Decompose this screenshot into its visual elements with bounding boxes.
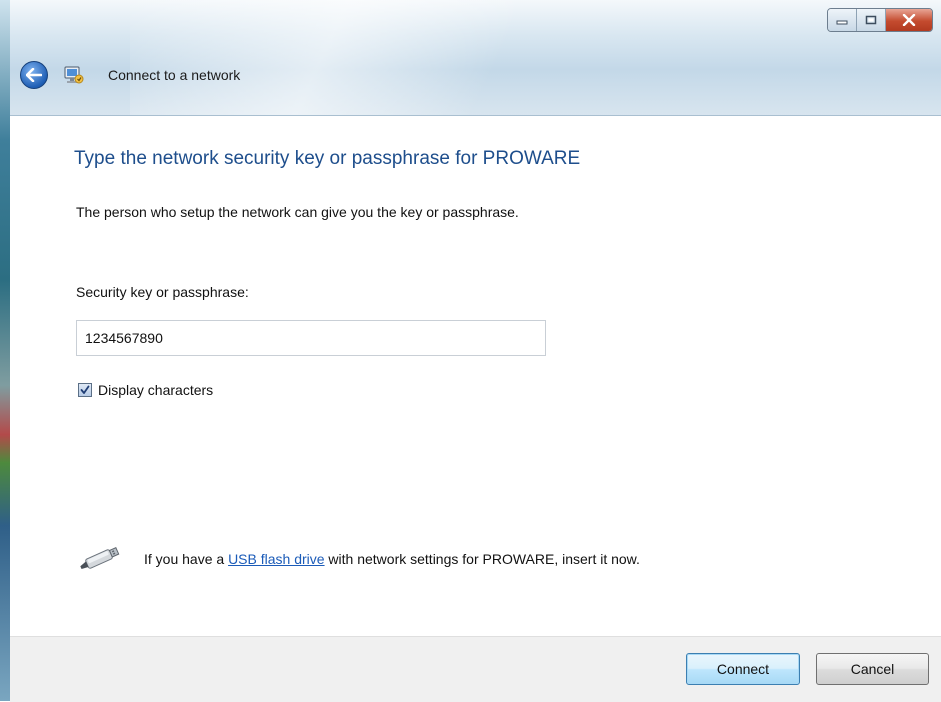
close-icon [902, 14, 916, 26]
security-key-label: Security key or passphrase: [76, 284, 249, 300]
arrow-left-icon [26, 68, 42, 82]
usb-hint-suffix: with network settings for PROWARE, inser… [324, 551, 640, 567]
window-controls [827, 8, 933, 32]
maximize-icon [865, 15, 877, 25]
usb-hint-text: If you have a USB flash drive with netwo… [144, 551, 640, 567]
instruction-text: The person who setup the network can giv… [76, 204, 519, 220]
window-title: Connect to a network [108, 67, 241, 83]
back-button[interactable] [20, 61, 48, 89]
maximize-button[interactable] [857, 9, 886, 31]
usb-hint-prefix: If you have a [144, 551, 229, 567]
connect-button[interactable]: Connect [686, 653, 800, 685]
display-characters-label[interactable]: Display characters [98, 382, 213, 398]
security-key-input[interactable] [76, 320, 546, 356]
checkmark-icon [80, 385, 90, 394]
dialog-footer: Connect Cancel [10, 636, 941, 702]
connect-dialog: Connect to a network Type the network se… [10, 0, 941, 702]
usb-flash-drive-link[interactable]: USB flash drive [228, 551, 324, 567]
dialog-content: Type the network security key or passphr… [10, 116, 941, 636]
usb-hint: If you have a USB flash drive with netwo… [76, 546, 640, 572]
cancel-button[interactable]: Cancel [816, 653, 929, 685]
minimize-button[interactable] [828, 9, 857, 31]
navigation-row: Connect to a network [20, 60, 240, 90]
display-characters-checkbox[interactable] [78, 383, 92, 397]
background-desktop-strip [0, 0, 10, 701]
usb-drive-icon [80, 547, 120, 569]
title-bar: Connect to a network [10, 0, 941, 116]
minimize-icon [836, 20, 848, 25]
page-heading: Type the network security key or passphr… [74, 148, 581, 169]
close-button[interactable] [886, 9, 932, 31]
network-icon [64, 66, 84, 84]
display-characters-option[interactable]: Display characters [78, 382, 213, 398]
